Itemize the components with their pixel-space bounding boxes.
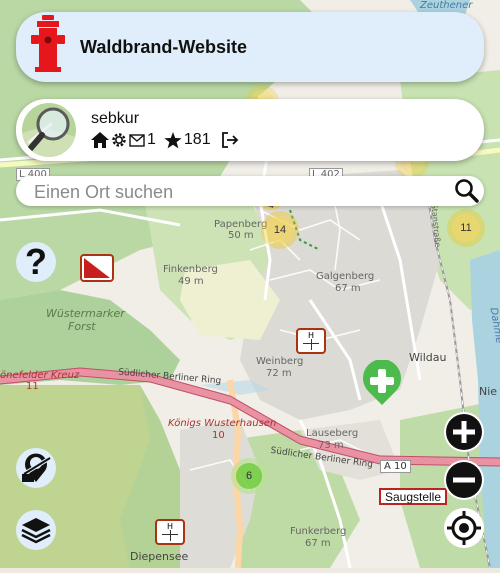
map-label-funkerberg-height: 67 m (305, 538, 331, 549)
flag-marker-icon[interactable] (80, 254, 114, 282)
map-label-wildau: Wildau (409, 351, 447, 364)
gear-icon[interactable] (111, 132, 127, 148)
map-label-lauseberg-height: 73 m (318, 440, 344, 451)
map-label-nie: Nie (479, 385, 498, 398)
svg-text:?: ? (25, 242, 47, 282)
star-icon (164, 131, 182, 149)
zoom-in-icon[interactable] (444, 412, 484, 452)
magnifier-avatar[interactable] (22, 103, 76, 157)
map-label-galgenberg: Galgenberg (316, 271, 375, 282)
hydrant-marker[interactable]: H (155, 519, 185, 545)
page-title: Waldbrand-Website (80, 37, 248, 57)
logout-icon[interactable] (221, 132, 239, 148)
map-label-finkenberg: Finkenberg (163, 264, 218, 275)
layers-icon[interactable] (16, 510, 56, 550)
user-stats: 1 181 (91, 130, 239, 150)
map-label-weinberg: Weinberg (256, 356, 304, 367)
map-label-koenigs-wusterhausen: Königs Wusterhausen (168, 418, 277, 429)
map-label-zeuthener: Zeuthener (420, 0, 473, 11)
hide-markers-icon[interactable] (16, 448, 56, 488)
hydrant-icon (28, 15, 68, 73)
map-label-schoenefelder: önefelder Kreuz (0, 370, 80, 381)
locate-icon[interactable] (444, 508, 484, 548)
user-score: 181 (183, 131, 211, 148)
hydrant-marker[interactable]: H (296, 328, 326, 354)
message-count[interactable]: 1 (147, 131, 156, 149)
map-label-schoenefelder-number: 11 (26, 381, 39, 392)
username[interactable]: sebkur (91, 110, 139, 128)
map-label-lauseberg: Lauseberg (306, 428, 359, 439)
user-panel (16, 99, 484, 161)
map-label-funkerberg: Funkerberg (290, 526, 347, 537)
help-icon[interactable]: ? (16, 242, 56, 282)
map-canvas[interactable]: Zeuthener L 400 L 402 Papenberg 50 m Fin… (0, 0, 500, 569)
map-label-a10: A 10 (380, 460, 411, 473)
map-label-koenigs-number: 10 (212, 430, 225, 441)
cluster-marker[interactable]: 6 (236, 463, 262, 489)
map-label-wuestermarker: Wüstermarker (46, 307, 125, 320)
map-label-finkenberg-height: 49 m (178, 276, 204, 287)
map-label-galgenberg-height: 67 m (335, 283, 361, 294)
map-label-diepensee: Diepensee (130, 550, 189, 563)
zoom-out-icon[interactable] (444, 460, 484, 500)
plus-marker-icon[interactable] (361, 359, 403, 406)
map-label-weinberg-height: 72 m (266, 368, 292, 379)
cluster-marker[interactable]: 14 (266, 216, 294, 244)
map-label-papenberg-height: 50 m (228, 230, 254, 241)
cluster-marker[interactable]: 11 (452, 214, 480, 242)
search-input[interactable] (32, 176, 436, 208)
home-icon[interactable] (91, 132, 109, 148)
envelope-icon[interactable] (129, 133, 145, 147)
search-icon[interactable] (452, 176, 482, 206)
map-label-forst: Forst (68, 320, 96, 333)
saugstelle-label[interactable]: Saugstelle (379, 488, 447, 505)
map-label-papenberg: Papenberg (214, 219, 268, 230)
